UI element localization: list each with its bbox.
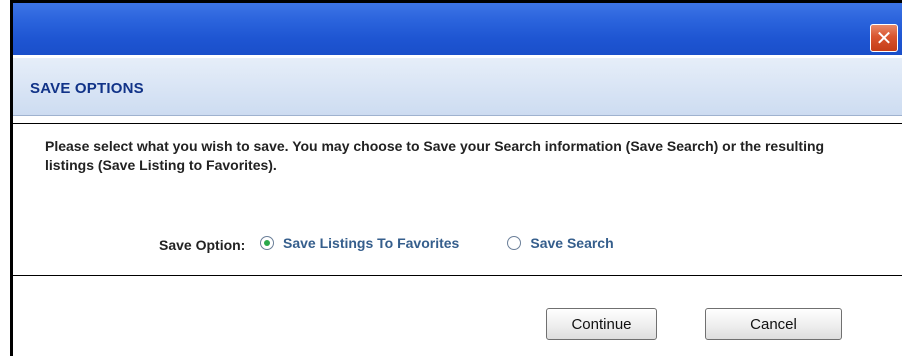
save-option-radio-group: Save Listings To Favorites Save Search — [260, 235, 614, 251]
close-button[interactable]: ✕ — [870, 24, 898, 52]
radio-selected-icon[interactable] — [260, 236, 274, 250]
radio-label[interactable]: Save Listings To Favorites — [283, 235, 459, 251]
instructions-text: Please select what you wish to save. You… — [45, 138, 825, 173]
radio-label[interactable]: Save Search — [530, 235, 613, 251]
radio-save-search[interactable]: Save Search — [507, 235, 614, 251]
save-option-label: Save Option: — [159, 237, 246, 253]
radio-save-listings-to-favorites[interactable]: Save Listings To Favorites — [260, 235, 459, 251]
dialog-title: SAVE OPTIONS — [30, 80, 144, 97]
save-options-dialog: ✕ SAVE OPTIONS Please select what you wi… — [10, 0, 902, 356]
continue-button[interactable]: Continue — [546, 308, 657, 340]
dialog-header: SAVE OPTIONS — [13, 58, 902, 116]
title-bar[interactable]: ✕ — [13, 3, 902, 55]
dialog-content: Please select what you wish to save. You… — [13, 123, 902, 276]
cancel-button[interactable]: Cancel — [705, 308, 842, 340]
close-icon: ✕ — [875, 26, 893, 50]
radio-unselected-icon[interactable] — [507, 236, 522, 250]
